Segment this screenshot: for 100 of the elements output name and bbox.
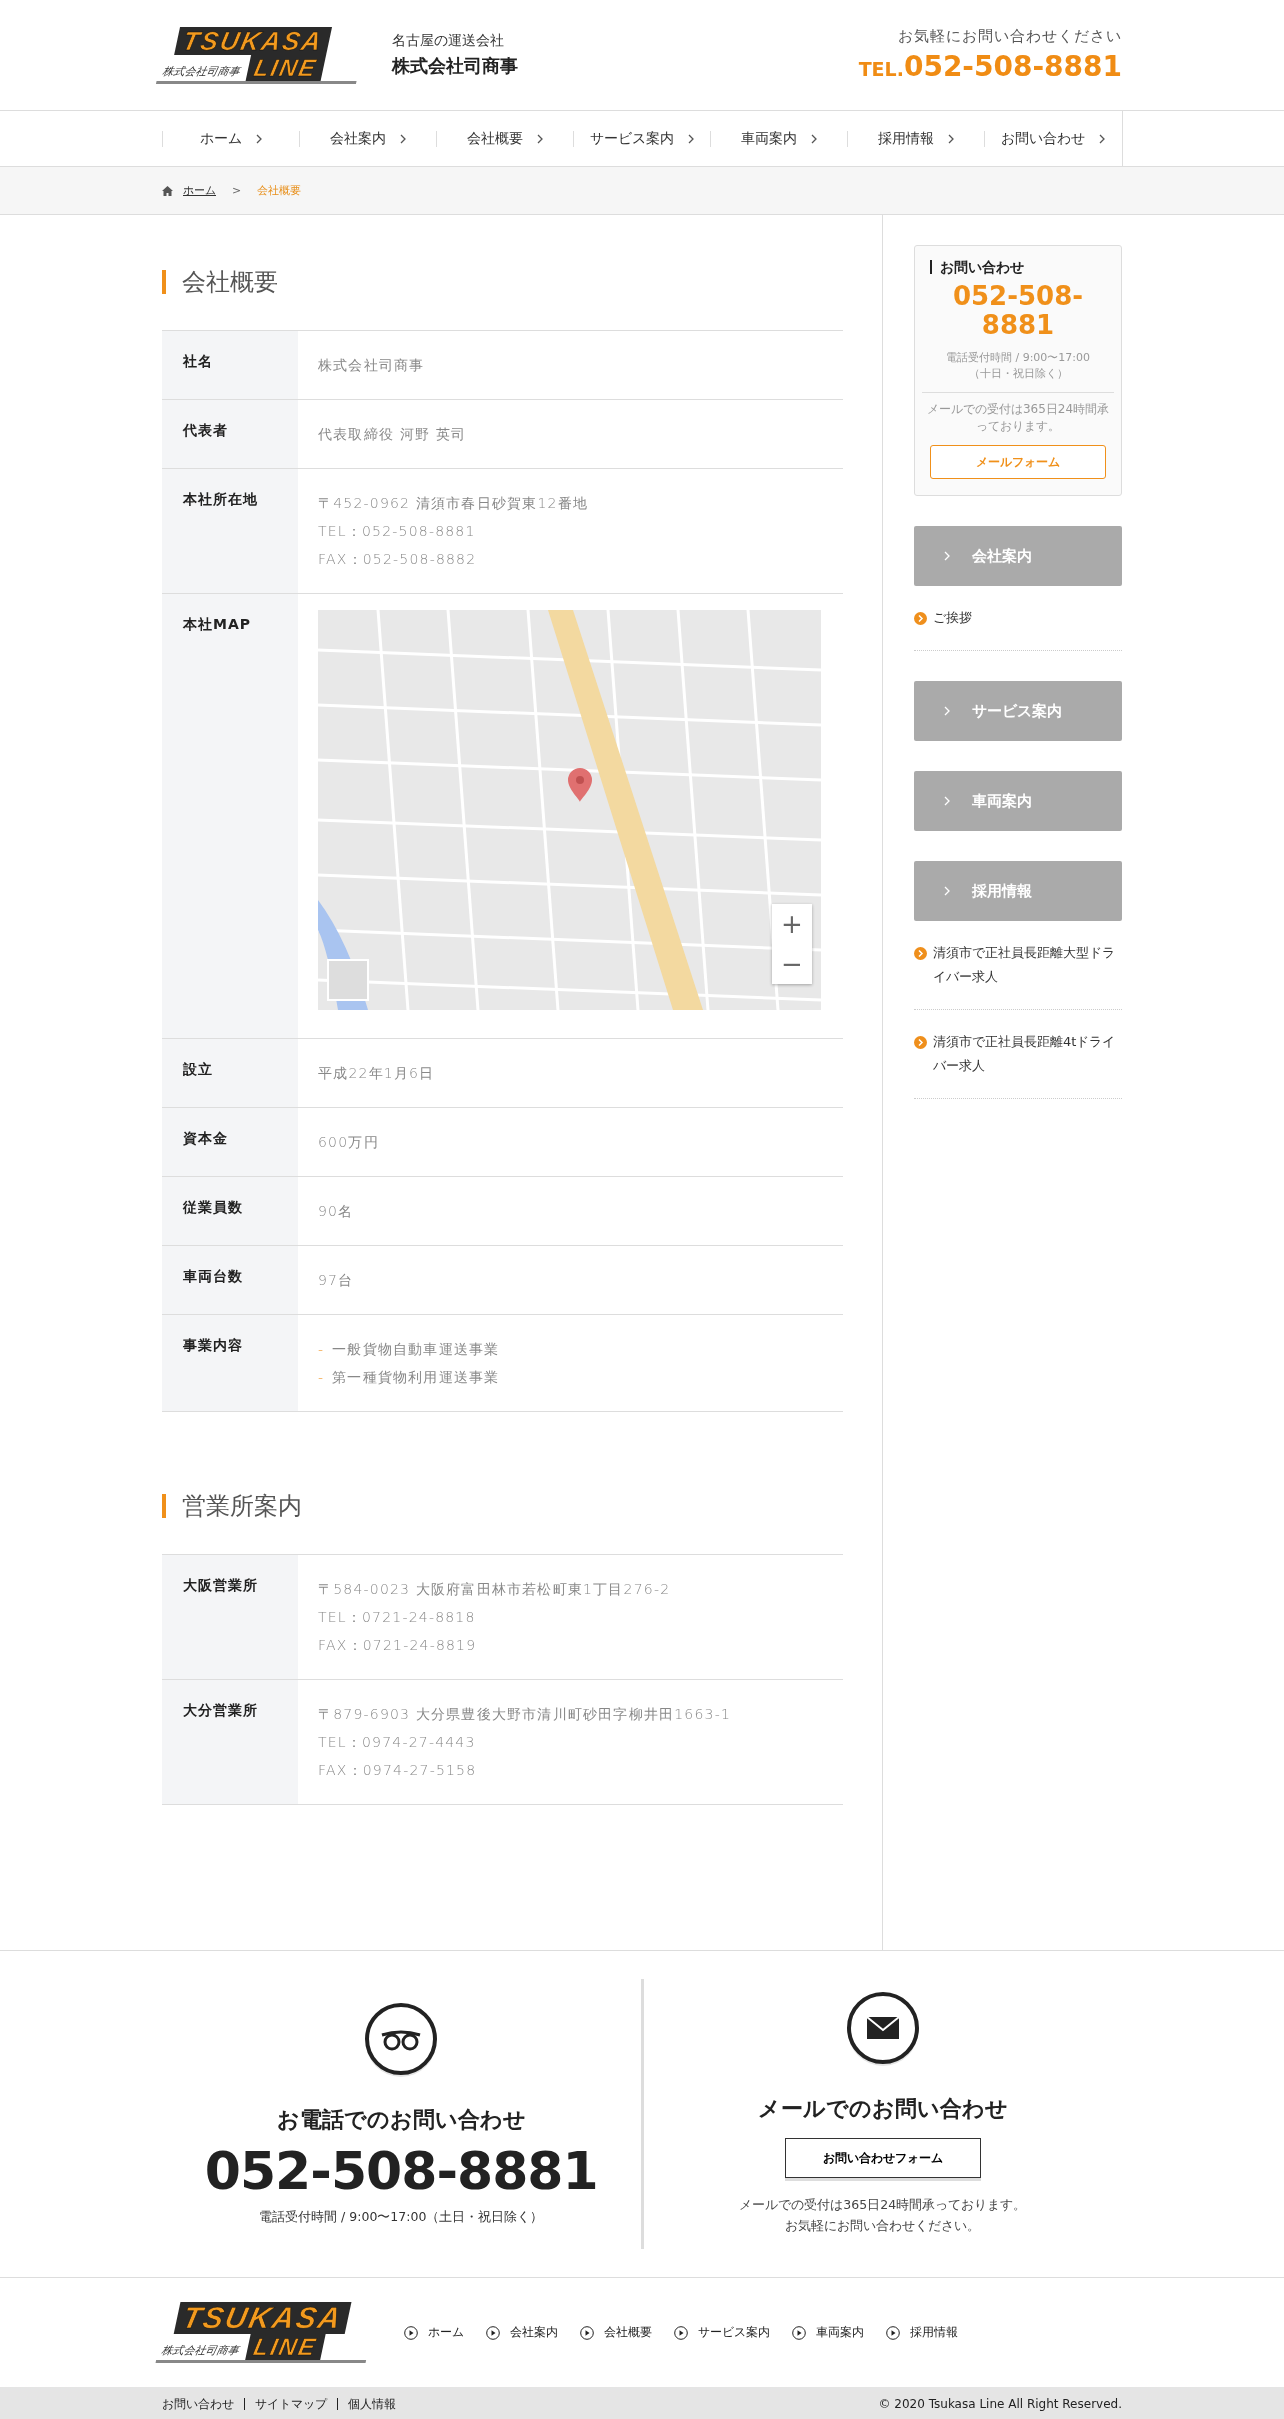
- breadcrumb-link[interactable]: ホーム: [183, 183, 216, 198]
- copyright: © 2020 Tsukasa Line All Right Reserved.: [878, 2397, 1122, 2411]
- nav-item[interactable]: サービス案内: [572, 130, 711, 147]
- company-name: 株式会社司商事: [392, 54, 518, 78]
- bullet-mark: -: [318, 1368, 325, 1387]
- nav-item[interactable]: 会社案内: [298, 130, 436, 147]
- footer-bottom-link[interactable]: 個人情報: [337, 2398, 406, 2410]
- play-icon: [792, 2325, 806, 2340]
- row-label: 本社所在地: [162, 468, 298, 594]
- cell-text: 第一種貨物利用運送事業: [332, 1368, 500, 1387]
- breadcrumb-separator: >: [232, 184, 242, 197]
- play-icon: [404, 2325, 418, 2340]
- row-label: 従業員数: [162, 1176, 298, 1246]
- nav-item[interactable]: 会社概要: [435, 130, 573, 147]
- mail-contact-title: メールでのお問い合わせ: [757, 2095, 1008, 2123]
- contact-card-title: お問い合わせ: [930, 260, 1024, 274]
- logo-caption: 株式会社司商事: [159, 2343, 242, 2359]
- logo-wordmark: LINE: [245, 2334, 326, 2360]
- cell-text: FAX：0974-27-5158: [318, 1761, 478, 1780]
- chevron-icon: [944, 706, 950, 716]
- cell-text: 代表取締役 河野 英司: [318, 425, 468, 444]
- cell-text: FAX：052-508-8882: [318, 550, 478, 569]
- cell-text: TEL：0721-24-8818: [318, 1608, 477, 1627]
- bullet-icon: [914, 1036, 927, 1049]
- footer-link[interactable]: 採用情報: [886, 2324, 958, 2341]
- play-icon: [580, 2325, 594, 2340]
- chevron-icon: [944, 551, 950, 561]
- nav-item[interactable]: 車両案内: [710, 130, 848, 147]
- cell-text: TEL：052-508-8881: [318, 522, 477, 541]
- phone-hours: （十日・祝日除く）: [968, 366, 1068, 382]
- nav-item[interactable]: 採用情報: [847, 130, 985, 147]
- row-label: 社名: [162, 330, 298, 400]
- bullet-icon: [914, 947, 927, 960]
- bullet-icon: [914, 612, 927, 625]
- footer-link[interactable]: 会社案内: [486, 2324, 558, 2341]
- bullet-mark: -: [318, 1340, 325, 1359]
- cell-text: 株式会社司商事: [318, 356, 426, 375]
- cell-text: 〒879-6903 大分県豊後大野市清川町砂田字柳井田1663-1: [318, 1705, 733, 1724]
- row-label: 事業内容: [162, 1314, 298, 1412]
- footer-link[interactable]: 車両案内: [792, 2324, 864, 2341]
- contact-prompt: お気軽にお問い合わせください: [898, 27, 1122, 46]
- footer-bottom-link[interactable]: お問い合わせ: [162, 2398, 244, 2410]
- zoom-in-button[interactable]: +: [772, 904, 812, 944]
- play-icon: [886, 2325, 900, 2340]
- logo-caption: 株式会社司商事: [160, 63, 243, 80]
- phone-number: 052-508-8881: [204, 2140, 598, 2201]
- home-icon: [162, 185, 173, 196]
- cell-text: 97台: [318, 1271, 355, 1290]
- chevron-icon: [944, 796, 950, 806]
- envelope-icon: [845, 1992, 920, 2068]
- chevron-icon: [399, 133, 406, 144]
- cell-text: 一般貨物自動車運送事業: [332, 1340, 500, 1359]
- row-label: 資本金: [162, 1107, 298, 1177]
- section-heading: 営業所案内: [162, 1494, 843, 1518]
- tagline: 名古屋の運送会社: [392, 32, 505, 50]
- mail-note: お気軽にお問い合わせください。: [785, 2217, 981, 2235]
- cell-text: 〒452-0962 清須市春日砂賀東12番地: [318, 494, 590, 513]
- contact-phone: 052-508-8881: [951, 282, 1085, 340]
- sidebar-link[interactable]: 清須市で正社員長距離大型ドライバー求人: [914, 921, 1122, 1010]
- chevron-icon: [944, 886, 950, 896]
- nav-item[interactable]: お問い合わせ: [984, 130, 1122, 147]
- row-label: 代表者: [162, 399, 298, 469]
- cell-text: 平成22年1月6日: [318, 1064, 436, 1083]
- breadcrumb-current: 会社概要: [257, 183, 302, 198]
- logo-wordmark: TSUKASA: [173, 2302, 352, 2334]
- toll-free-icon: [364, 2002, 439, 2079]
- chevron-icon: [948, 133, 955, 144]
- footer-link[interactable]: サービス案内: [674, 2324, 770, 2341]
- mail-note: メールでの受付は365日24時間承っております。: [922, 392, 1114, 435]
- cell-text: TEL：0974-27-4443: [318, 1733, 477, 1752]
- chevron-icon: [811, 133, 818, 144]
- chevron-icon: [255, 133, 262, 144]
- cell-text: FAX：0721-24-8819: [318, 1636, 478, 1655]
- chevron-icon: [536, 133, 543, 144]
- cell-text: 600万円: [318, 1133, 380, 1152]
- phone-hours: 電話受付時間 / 9:00〜17:00（土日・祝日除く）: [259, 2208, 544, 2226]
- row-label: 車両台数: [162, 1245, 298, 1315]
- contact-form-button[interactable]: お問い合わせフォーム: [784, 2138, 981, 2178]
- play-icon: [674, 2325, 688, 2340]
- logo-wordmark: TSUKASA: [174, 26, 332, 55]
- cell-text: 〒584-0023 大阪府富田林市若松町東1丁目276-2: [318, 1580, 672, 1599]
- cell-text: 90名: [318, 1202, 355, 1221]
- nav-item[interactable]: ホーム: [161, 130, 299, 147]
- zoom-out-button[interactable]: −: [772, 944, 812, 984]
- footer-link[interactable]: ホーム: [404, 2324, 464, 2341]
- row-label: 本社MAP: [162, 593, 298, 1039]
- footer-link[interactable]: 会社概要: [580, 2324, 652, 2341]
- sidebar-link[interactable]: ご挨拶: [914, 586, 1122, 651]
- row-label: 大分営業所: [162, 1679, 298, 1805]
- logo-wordmark: LINE: [245, 54, 326, 81]
- chevron-icon: [1099, 133, 1106, 144]
- play-icon: [486, 2325, 500, 2340]
- chevron-icon: [688, 133, 694, 144]
- sidebar-link[interactable]: 清須市で正社員長距離4tドライバー求人: [914, 1010, 1122, 1099]
- section-heading: 会社概要: [162, 270, 843, 294]
- row-label: 大阪営業所: [162, 1554, 298, 1680]
- footer-bottom-link[interactable]: サイトマップ: [244, 2398, 337, 2410]
- phone-hours: 電話受付時間 / 9:00〜17:00: [945, 350, 1091, 366]
- mail-note: メールでの受付は365日24時間承っております。: [739, 2196, 1027, 2214]
- phone-contact-title: お電話でのお問い合わせ: [276, 2105, 526, 2134]
